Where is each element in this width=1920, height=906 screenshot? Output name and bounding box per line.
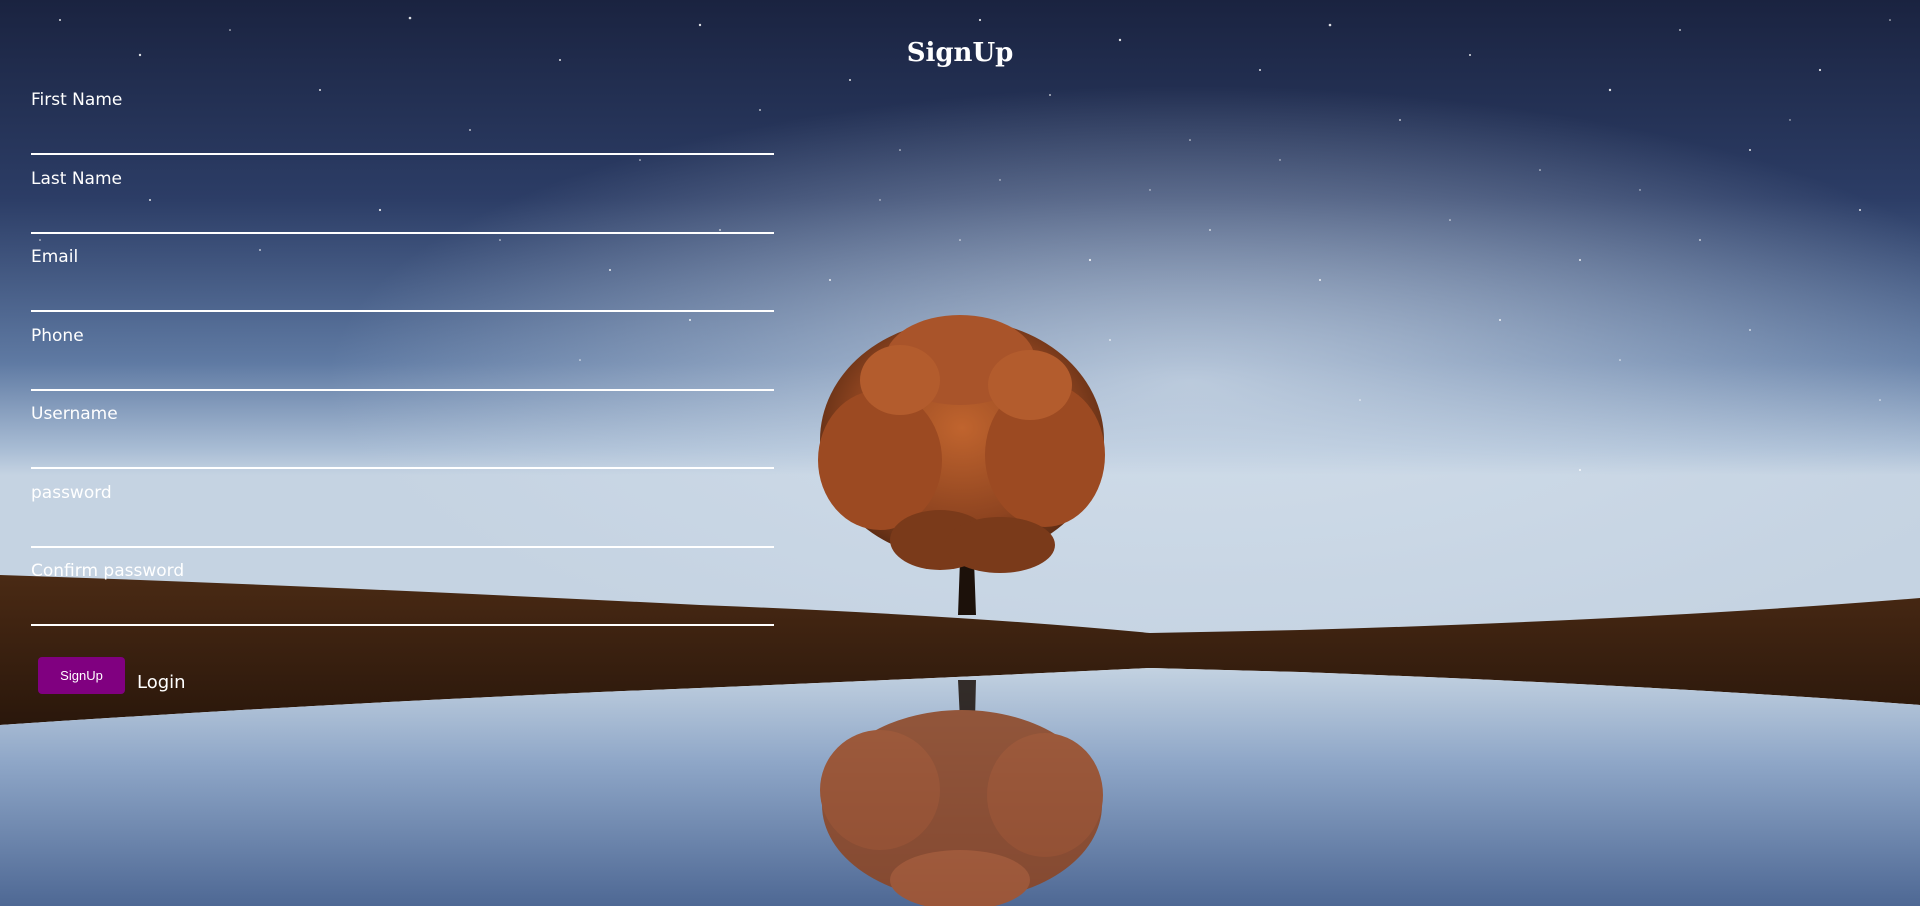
signup-form: First Name Last Name Email Phone Usernam… — [31, 88, 774, 638]
email-input[interactable] — [31, 272, 774, 312]
page-title: SignUp — [906, 38, 1014, 68]
username-input[interactable] — [31, 429, 774, 469]
last-name-label: Last Name — [31, 168, 122, 189]
first-name-input[interactable] — [31, 115, 774, 155]
login-link[interactable]: Login — [137, 672, 186, 693]
username-label: Username — [31, 404, 118, 424]
confirm-password-label: Confirm password — [31, 561, 185, 581]
email-field: Email — [31, 245, 774, 324]
form-actions: SignUp Login — [38, 657, 186, 694]
last-name-input[interactable] — [31, 193, 774, 234]
confirm-password-input[interactable] — [31, 586, 774, 626]
signup-page: SignUp First Name Last Name Email Phone … — [0, 0, 1920, 906]
first-name-field: First Name — [31, 88, 774, 167]
first-name-label: First Name — [31, 90, 123, 110]
confirm-password-field: Confirm password — [31, 559, 774, 638]
password-input[interactable] — [31, 507, 774, 548]
password-field: password — [31, 481, 774, 560]
phone-label: Phone — [31, 325, 84, 346]
last-name-field: Last Name — [31, 167, 774, 246]
phone-input[interactable] — [31, 350, 774, 391]
phone-field: Phone — [31, 324, 774, 403]
signup-button[interactable]: SignUp — [38, 657, 125, 694]
email-label: Email — [31, 247, 79, 267]
username-field: Username — [31, 402, 774, 481]
password-label: password — [31, 482, 112, 503]
